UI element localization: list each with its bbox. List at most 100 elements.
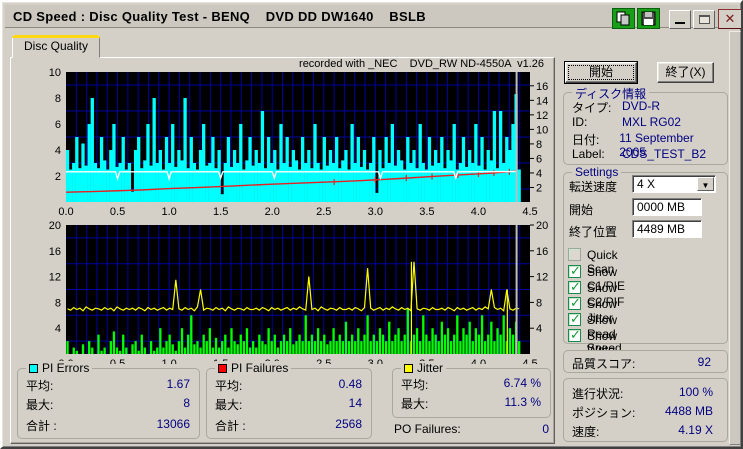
svg-text:3.0: 3.0: [368, 358, 383, 364]
checkbox-icon[interactable]: ✓: [568, 248, 581, 261]
copy-icon[interactable]: [612, 8, 635, 29]
quality-charts: 2 4 6 8 10 2 4 6 8 10 12 14 16 0.0 0.5 1.0 1.5 2.0 2.5 3.0 3…: [49, 67, 549, 364]
svg-text:10: 10: [49, 67, 61, 79]
speed-label: 転送速度: [569, 180, 618, 194]
maximize-icon[interactable]: [693, 10, 715, 29]
po-failures-row: PO Failures: 0: [394, 422, 549, 436]
svg-text:4: 4: [536, 323, 542, 335]
start-pos-label: 開始: [569, 203, 594, 217]
close-icon[interactable]: ✕: [718, 9, 741, 29]
speed-combobox[interactable]: 4 X ▼: [632, 175, 716, 193]
end-pos-label: 終了位置: [569, 225, 618, 239]
svg-text:12: 12: [49, 272, 61, 284]
pi-errors-box: PI Errors 平均: 1.67 最大: 8 合計 :13066: [17, 361, 200, 439]
progress-row: ポジション: 4488 MB: [572, 404, 713, 420]
svg-text:2.0: 2.0: [265, 206, 280, 218]
disc-info-row: ID: MXL RG02: [572, 115, 681, 129]
right-edge-strip: [729, 31, 741, 445]
app-window: CD Speed : Disc Quality Test - BENQ DVD …: [0, 0, 743, 449]
svg-text:2: 2: [536, 182, 542, 194]
stat-row: 平均: 6.74 %: [401, 376, 541, 392]
svg-text:4.5: 4.5: [522, 358, 537, 364]
svg-text:4: 4: [536, 168, 542, 180]
checkbox-icon[interactable]: ✓: [568, 279, 581, 294]
maximize-glyph: [699, 15, 710, 24]
stat-row: 最大: 8: [26, 396, 190, 412]
checkbox-icon[interactable]: ✓: [568, 311, 581, 326]
svg-text:1.0: 1.0: [161, 358, 176, 364]
quality-score-value: 92: [697, 355, 711, 369]
start-pos-field[interactable]: 0000 MB: [632, 198, 702, 216]
pi-failures-legend-swatch: [218, 364, 227, 373]
disc-info-row: タイプ: DVD-R: [572, 99, 660, 115]
svg-text:1.5: 1.5: [213, 206, 228, 218]
svg-text:16: 16: [536, 246, 548, 258]
jitter-caption: Jitter: [401, 361, 447, 375]
checkbox-icon[interactable]: ✓: [568, 263, 581, 278]
svg-text:4: 4: [55, 145, 61, 157]
quality-score-label: 品質スコア:: [572, 357, 636, 371]
svg-text:0.5: 0.5: [110, 358, 125, 364]
progress-box: 進行状況: 100 % ポジション: 4488 MB 速度: 4.19 X: [563, 378, 728, 442]
svg-text:8: 8: [55, 93, 61, 105]
stat-row: 最大: 14: [215, 396, 362, 412]
svg-text:6: 6: [55, 119, 61, 131]
tab-disc-quality[interactable]: Disc Quality: [12, 35, 100, 58]
svg-text:4.0: 4.0: [471, 206, 486, 218]
clipboard-icon: [616, 11, 630, 26]
svg-text:2: 2: [55, 171, 61, 183]
svg-text:4.0: 4.0: [471, 358, 486, 364]
exit-button[interactable]: 終了(X): [657, 62, 714, 83]
svg-text:10: 10: [536, 124, 548, 136]
pi-failures-box: PI Failures 平均: 0.48 最大: 14 合計 :2568: [206, 361, 372, 439]
pi-errors-caption: PI Errors: [26, 361, 93, 375]
quality-score-box: 品質スコア: 92: [563, 350, 728, 373]
disc-info-row: Label: CDS_TEST_B2: [572, 147, 707, 161]
svg-text:20: 20: [49, 220, 61, 232]
stat-row: 平均: 1.67: [26, 377, 190, 393]
svg-text:6: 6: [536, 153, 542, 165]
checkbox-icon[interactable]: ✓: [568, 327, 581, 342]
svg-text:3.5: 3.5: [419, 206, 434, 218]
floppy-icon: [641, 11, 656, 26]
svg-text:8: 8: [55, 297, 61, 309]
svg-text:3.0: 3.0: [368, 206, 383, 218]
minimize-icon[interactable]: [669, 10, 691, 29]
svg-text:1.0: 1.0: [161, 206, 176, 218]
progress-row: 速度: 4.19 X: [572, 423, 713, 439]
svg-text:4.5: 4.5: [522, 206, 537, 218]
svg-text:12: 12: [536, 110, 548, 122]
save-icon[interactable]: [637, 8, 660, 29]
minimize-glyph: [675, 22, 685, 24]
stat-row: 最大: 11.3 %: [401, 395, 541, 411]
svg-text:4: 4: [55, 323, 61, 335]
jitter-box: Jitter 平均: 6.74 % 最大: 11.3 %: [392, 361, 551, 418]
pi-failures-caption: PI Failures: [215, 361, 292, 375]
settings-caption: Settings: [572, 165, 622, 179]
window-title: CD Speed : Disc Quality Test - BENQ DVD …: [13, 9, 426, 24]
stat-row: 合計 :2568: [215, 417, 362, 433]
disc-quality-panel: recorded with _NEC DVD_RW ND-4550A v1.26…: [10, 57, 555, 444]
svg-text:0.5: 0.5: [110, 206, 125, 218]
start-button[interactable]: 開始: [564, 61, 638, 84]
stat-row: 平均: 0.48: [215, 377, 362, 393]
disc-info-group: ディスク情報 タイプ: DVD-R ID: MXL RG02 日付: 11 Septe…: [563, 85, 728, 165]
svg-text:20: 20: [536, 220, 548, 232]
progress-row: 進行状況: 100 %: [572, 385, 713, 401]
stat-row: 合計 :13066: [26, 417, 190, 433]
end-pos-field[interactable]: 4489 MB: [632, 220, 702, 238]
checkbox-icon[interactable]: ✓: [568, 295, 581, 310]
svg-text:2.5: 2.5: [316, 358, 331, 364]
chevron-down-icon[interactable]: ▼: [697, 177, 714, 191]
speed-value: 4 X: [637, 177, 656, 191]
pi-errors-legend-swatch: [29, 364, 38, 373]
svg-text:16: 16: [536, 81, 548, 93]
svg-text:8: 8: [536, 139, 542, 151]
svg-text:0.0: 0.0: [58, 206, 73, 218]
title-bar: CD Speed : Disc Quality Test - BENQ DVD …: [5, 5, 741, 29]
jitter-legend-swatch: [404, 364, 413, 373]
svg-text:16: 16: [49, 246, 61, 258]
svg-text:2.5: 2.5: [316, 206, 331, 218]
svg-text:12: 12: [536, 272, 548, 284]
svg-text:8: 8: [536, 297, 542, 309]
